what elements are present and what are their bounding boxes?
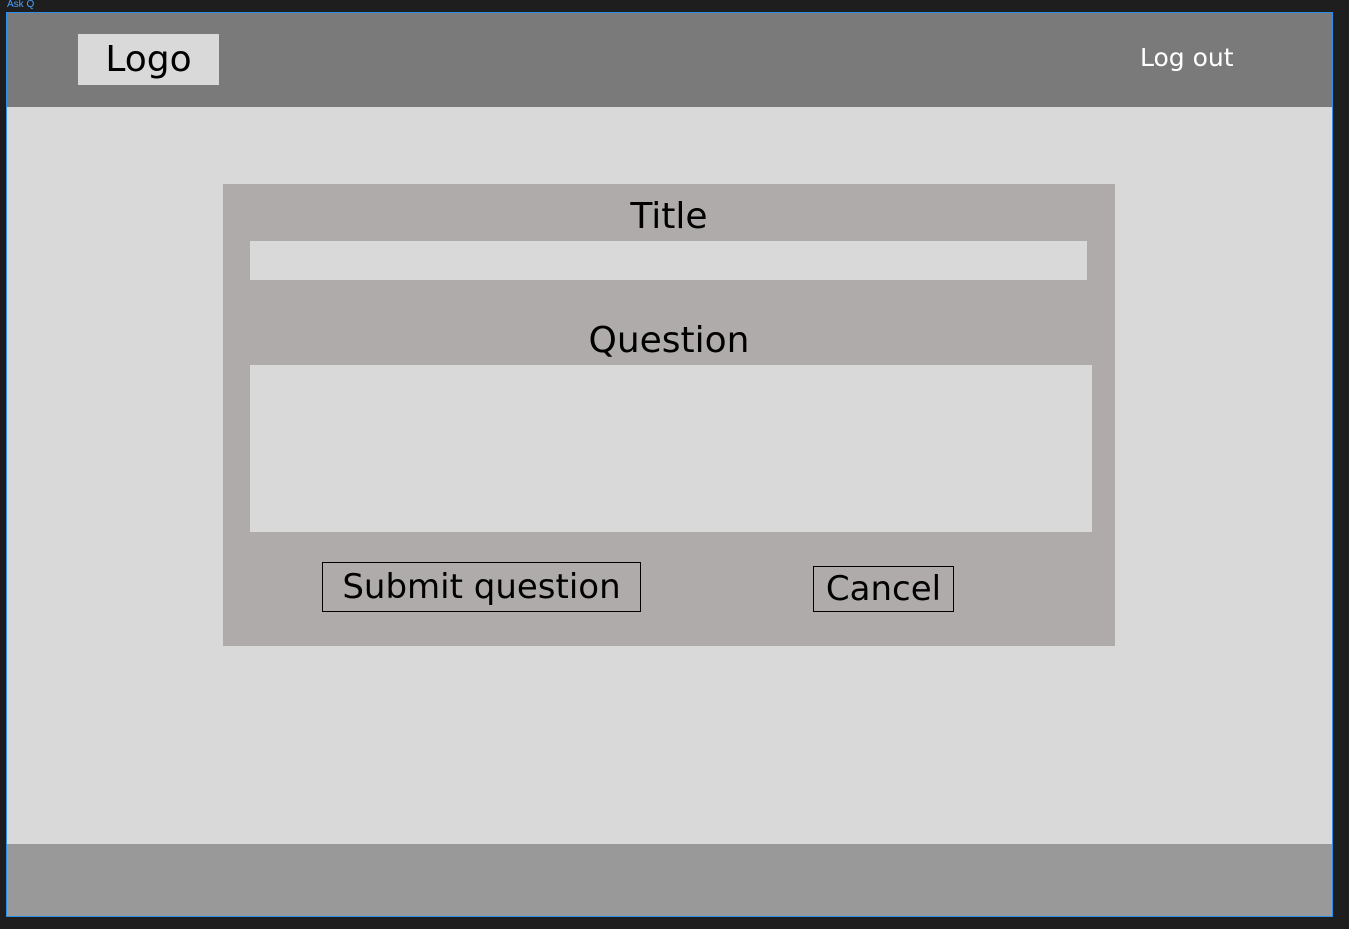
submit-question-button[interactable]: Submit question	[322, 562, 641, 612]
title-label: Title	[630, 196, 708, 237]
frame-label: Ask Q	[7, 0, 35, 10]
question-textarea[interactable]	[250, 365, 1092, 532]
logout-link[interactable]: Log out	[1140, 43, 1234, 72]
ask-question-form: Title Question Submit question Cancel	[223, 184, 1115, 646]
cancel-button[interactable]: Cancel	[813, 566, 954, 612]
question-label: Question	[588, 320, 750, 361]
ask-question-page: Logo Log out Title Question Submit quest…	[6, 12, 1333, 917]
footer-bar	[7, 844, 1332, 916]
logo[interactable]: Logo	[78, 34, 219, 85]
header-bar: Logo Log out	[7, 13, 1332, 107]
title-input[interactable]	[250, 241, 1087, 280]
